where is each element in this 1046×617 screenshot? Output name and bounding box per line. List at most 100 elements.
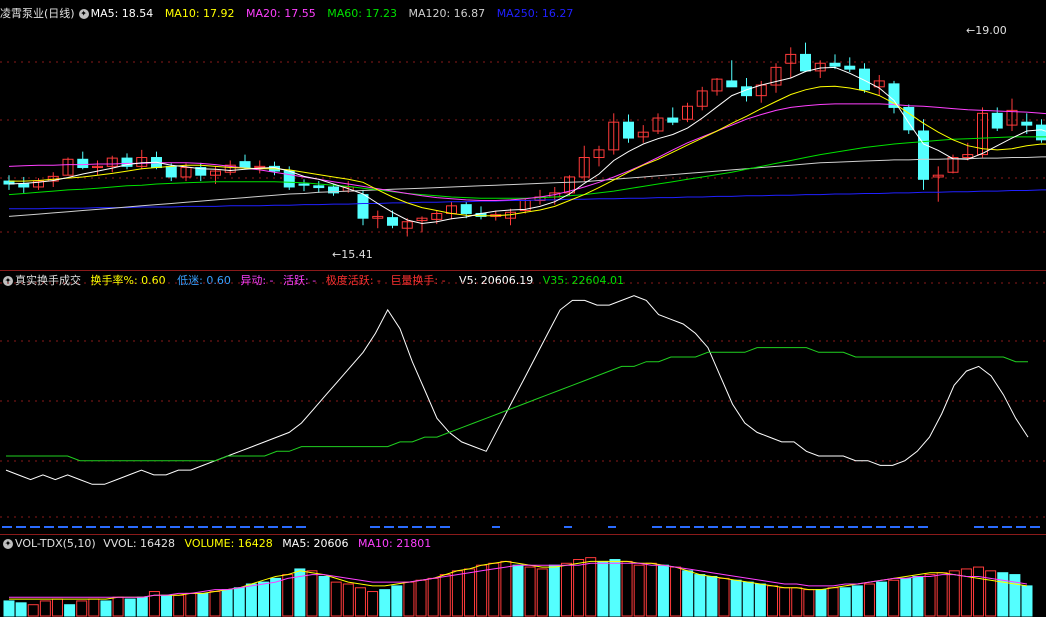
volume-bar [706,575,718,617]
v35-line [6,347,1028,462]
volume-bar [124,598,136,617]
volume-bar [233,587,245,617]
candle-body [387,217,398,226]
volume-bar [464,568,476,617]
volume-bar [136,596,148,617]
volume-bar [512,564,524,617]
volume-bar [718,577,730,617]
volume-bar [379,589,391,617]
volume-bar [621,560,633,617]
candle-body [859,68,870,91]
volume-bar [645,562,657,617]
candle-body [1021,121,1033,126]
volume-bar [100,600,112,617]
volume-bar [803,589,815,617]
candle-body [991,112,1003,129]
volume-bar [64,604,76,617]
volume-bar [173,594,185,617]
candlestick-chart[interactable] [0,0,1046,270]
volume-bar [415,579,427,617]
volume-bar [1021,585,1033,617]
volume-bar [815,589,827,617]
volume-bar [779,587,791,617]
volume-bar [536,568,548,617]
volume-bar [270,577,282,617]
volume-bar [88,598,100,617]
volume-bar [694,574,706,617]
volume-bar [427,577,439,617]
volume-bar [560,562,572,617]
volume-bar [258,581,269,617]
volume-bar [670,566,682,617]
volume-bar [633,564,645,617]
volume-bar [3,600,15,617]
volume-bar [767,585,778,617]
volume-bar [573,559,585,617]
stock-chart-window: 凌霄泵业(日线) ✦ MA5: 18.54 MA10: 17.92 MA20: 17… [0,0,1046,617]
volume-bar [39,600,51,617]
volume-bar [282,574,294,617]
volume-bar [948,570,960,617]
volume-bar [851,585,863,617]
volume-bar [1009,574,1021,617]
volume-bar [876,581,888,617]
candle-body [298,183,310,186]
volume-bar [754,583,766,617]
volume-bar [742,581,754,617]
volume-bar [657,564,669,617]
candle-body [844,65,856,70]
volume-bar [682,570,694,617]
volume-bar [330,581,342,617]
volume-chart[interactable] [0,535,1046,617]
volume-bar [597,560,609,617]
volume-bar [439,574,451,617]
volume-bar [900,577,912,617]
v5-line [5,295,1029,485]
volume-bar [827,587,839,617]
volume-bar [912,575,924,617]
volume-bar [488,562,500,617]
ma20-line [8,103,1046,201]
candle-body [357,194,369,219]
volume-bar [27,604,39,617]
volume-bar [451,570,463,617]
volume-bar [221,589,233,617]
volume-bar [500,560,512,617]
volume-bar [391,585,403,617]
candle-body [623,121,634,139]
volume-bar [585,557,597,617]
volume-bar [318,575,330,617]
high-price-label: ←19.00 [966,24,1007,37]
volume-bar [476,564,488,617]
candle-body [726,80,738,88]
volume-bar [973,566,985,617]
volume-bar [51,598,63,617]
candle-body [239,161,251,169]
volume-bar [161,594,173,617]
volume-bar [342,583,354,617]
turnover-chart[interactable] [0,271,1046,534]
candle-body [800,53,811,72]
volume-bar [112,596,124,617]
volume-bar [524,566,536,617]
candle-body [667,117,679,123]
volume-bar [730,579,742,617]
volume-bar [197,592,209,617]
candle-body [1036,124,1046,141]
volume-bar [791,587,803,617]
candle-body [165,165,177,178]
volume-bar [209,591,221,617]
volume-bar [403,581,415,617]
low-price-label: ←15.41 [332,248,373,261]
volume-bar [888,579,900,617]
volume-bar [924,574,936,617]
volume-bar [548,564,560,617]
candle-body [460,204,472,214]
candle-body [829,62,841,67]
volume-bar [936,572,948,617]
volume-bar [863,583,875,617]
volume-bar [367,591,379,617]
volume-bar [76,600,88,617]
volume-bar [839,587,851,617]
candle-body [77,158,89,169]
